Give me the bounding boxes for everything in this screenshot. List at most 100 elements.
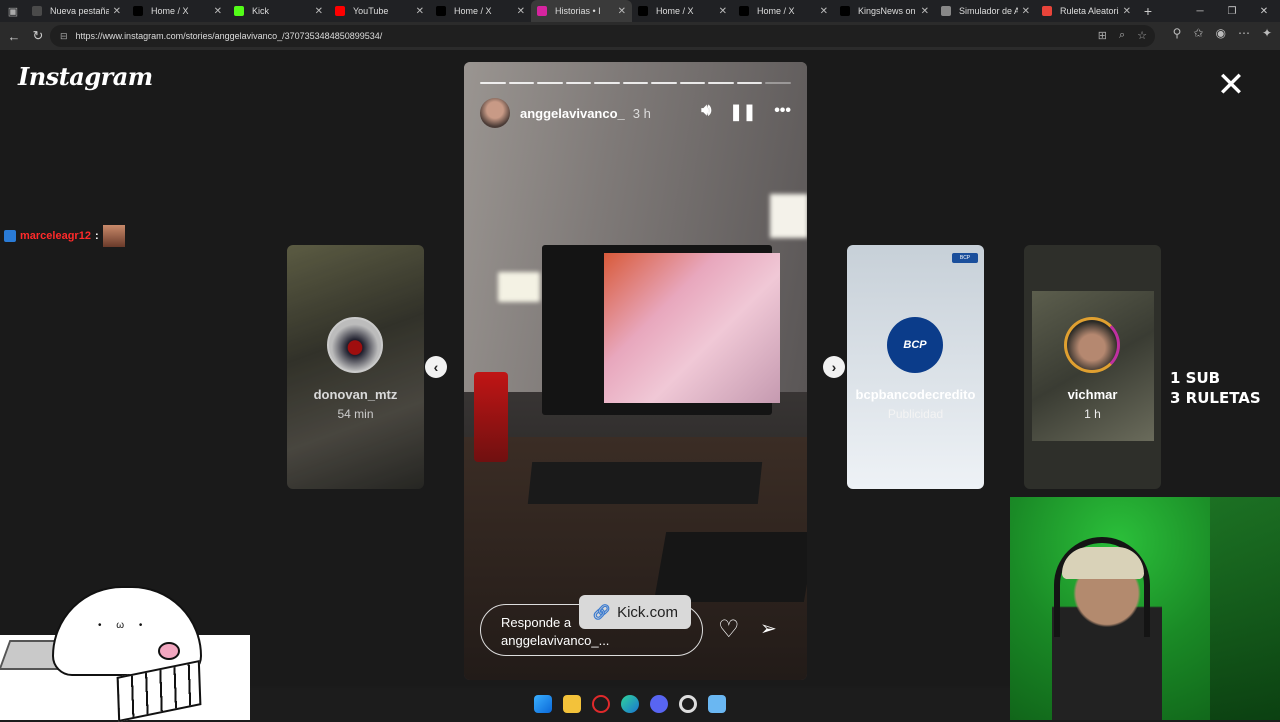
story-photo-microphone (474, 372, 508, 462)
webcam-cap (1062, 547, 1144, 579)
windows-start-icon[interactable] (534, 695, 552, 713)
browser-tab[interactable]: Home / X ✕ (733, 0, 834, 22)
browser-tab[interactable]: Ruleta Aleatoria ✕ (1036, 0, 1137, 22)
close-tab-icon[interactable]: ✕ (719, 6, 727, 17)
close-tab-icon[interactable]: ✕ (618, 6, 626, 17)
globe-icon (941, 6, 951, 16)
extensions-icon[interactable]: ⚲ (1173, 26, 1182, 40)
windows-taskbar (250, 688, 1010, 720)
progress-segment (736, 82, 763, 84)
close-tab-icon[interactable]: ✕ (1022, 6, 1030, 17)
back-icon[interactable]: ← (2, 29, 26, 44)
story-header: anggelavivanco_ 3 h 🔊︎ ❚❚ ••• (480, 98, 791, 128)
browser-tab[interactable]: Home / X ✕ (632, 0, 733, 22)
browser-tab[interactable]: YouTube ✕ (329, 0, 430, 22)
bcp-corner-logo: BCP (952, 253, 978, 263)
story-preview-donovan[interactable]: donovan_mtz 54 min (287, 245, 424, 489)
browser-tab-title: Nueva pestaña (50, 6, 109, 16)
pause-icon[interactable]: ❚❚ (729, 102, 756, 122)
instagram-logo-icon (537, 6, 547, 16)
edge-icon[interactable] (621, 695, 639, 713)
progress-segment (622, 82, 649, 84)
browser-tab-title: Home / X (656, 6, 694, 16)
kick-logo-icon (234, 6, 244, 16)
x-logo-icon (739, 6, 749, 16)
story-time: 3 h (632, 105, 651, 121)
browser-tab[interactable]: Simulador de Al ✕ (935, 0, 1036, 22)
minimize-icon[interactable]: ─ (1184, 0, 1216, 22)
new-tab-icon (32, 6, 42, 16)
chrome-icon[interactable] (679, 695, 697, 713)
file-explorer-icon[interactable] (563, 695, 581, 713)
promo-overlay: 1 SUB 3 RULETAS (1170, 368, 1261, 408)
story-photo-lamp (498, 272, 540, 302)
story-photo-monitor (542, 245, 780, 415)
close-window-icon[interactable]: ✕ (1248, 0, 1280, 22)
zoom-icon[interactable]: ⌕ (1119, 29, 1125, 42)
progress-segment (679, 82, 706, 84)
site-info-icon[interactable]: ⊟ (60, 31, 68, 42)
story-preview-name: vichmar (1067, 387, 1118, 402)
close-tab-icon[interactable]: ✕ (921, 6, 929, 17)
story-preview-vichmar[interactable]: vichmar 1 h (1024, 245, 1161, 489)
browser-tab[interactable]: Kick ✕ (228, 0, 329, 22)
story-photo-keyboard (527, 462, 763, 504)
close-tab-icon[interactable]: ✕ (315, 6, 323, 17)
app-available-icon[interactable]: ⊞ (1098, 29, 1107, 42)
volume-icon[interactable]: 🔊︎ (701, 102, 711, 122)
next-story-icon[interactable]: › (823, 356, 845, 378)
link-icon: 🔗︎ (592, 604, 612, 621)
more-options-icon[interactable]: ••• (774, 102, 791, 122)
new-tab-button[interactable]: + (1137, 3, 1159, 19)
story-username[interactable]: anggelavivanco_ (520, 106, 625, 121)
address-bar[interactable]: ⊟ https://www.instagram.com/stories/angg… (50, 25, 1155, 47)
browser-tab[interactable]: Nueva pestaña ✕ (26, 0, 127, 22)
story-preview-bcp[interactable]: BCP BCP bcpbancodecredito Publicidad (847, 245, 984, 489)
previous-story-icon[interactable]: ‹ (425, 356, 447, 378)
main-story[interactable]: anggelavivanco_ 3 h 🔊︎ ❚❚ ••• Responde a… (464, 62, 807, 680)
story-photo-window (770, 194, 807, 238)
browser-tab[interactable]: Home / X ✕ (127, 0, 228, 22)
chat-overlay: marceleagr12 : (4, 225, 125, 247)
browser-tab[interactable]: Home / X ✕ (430, 0, 531, 22)
favorite-star-icon[interactable]: ☆ (1137, 29, 1147, 42)
story-avatar (327, 317, 383, 373)
story-user-avatar[interactable] (480, 98, 510, 128)
opera-icon[interactable] (592, 695, 610, 713)
progress-segment (508, 82, 535, 84)
chat-separator: : (94, 230, 99, 242)
close-tab-icon[interactable]: ✕ (820, 6, 828, 17)
discord-icon[interactable] (650, 695, 668, 713)
copilot-icon[interactable]: ✦ (1262, 26, 1272, 40)
progress-segment (480, 82, 506, 84)
reload-icon[interactable]: ↻ (26, 28, 50, 44)
browser-tab[interactable]: KingsNews on X ✕ (834, 0, 935, 22)
instagram-logo[interactable]: Instagram (18, 62, 153, 91)
notepad-icon[interactable] (708, 695, 726, 713)
story-preview-time: 54 min (337, 407, 374, 421)
close-tab-icon[interactable]: ✕ (113, 6, 121, 17)
like-heart-icon[interactable]: ♡ (718, 615, 740, 644)
browser-tab-title: Historias • I (555, 6, 601, 16)
x-logo-icon (840, 6, 850, 16)
kick-badge-text: Kick.com (617, 603, 678, 621)
browser-tab[interactable]: Historias • I ✕ (531, 0, 632, 22)
story-preview-name: bcpbancodecredito (855, 387, 976, 402)
restore-icon[interactable]: ❐ (1216, 0, 1248, 22)
browser-tab-title: Simulador de Al (959, 6, 1018, 16)
close-stories-icon[interactable]: ✕ (1214, 68, 1248, 104)
browser-toolbar: ← ↻ ⊟ https://www.instagram.com/stories/… (0, 22, 1280, 50)
close-tab-icon[interactable]: ✕ (1123, 6, 1131, 17)
close-tab-icon[interactable]: ✕ (214, 6, 222, 17)
promo-line-1: 1 SUB (1170, 369, 1221, 387)
url-text: https://www.instagram.com/stories/anggel… (75, 31, 383, 41)
send-icon[interactable]: ➢ (760, 616, 777, 641)
favorites-icon[interactable]: ✩ (1193, 26, 1203, 40)
menu-dots-icon[interactable]: ⋯ (1238, 26, 1250, 40)
profile-icon[interactable]: ◉ (1215, 26, 1225, 40)
browser-tab-title: Kick (252, 6, 270, 16)
story-preview-sponsored: Publicidad (887, 407, 944, 421)
tab-actions-icon[interactable]: ▣ (0, 0, 26, 22)
close-tab-icon[interactable]: ✕ (416, 6, 424, 17)
close-tab-icon[interactable]: ✕ (517, 6, 525, 17)
